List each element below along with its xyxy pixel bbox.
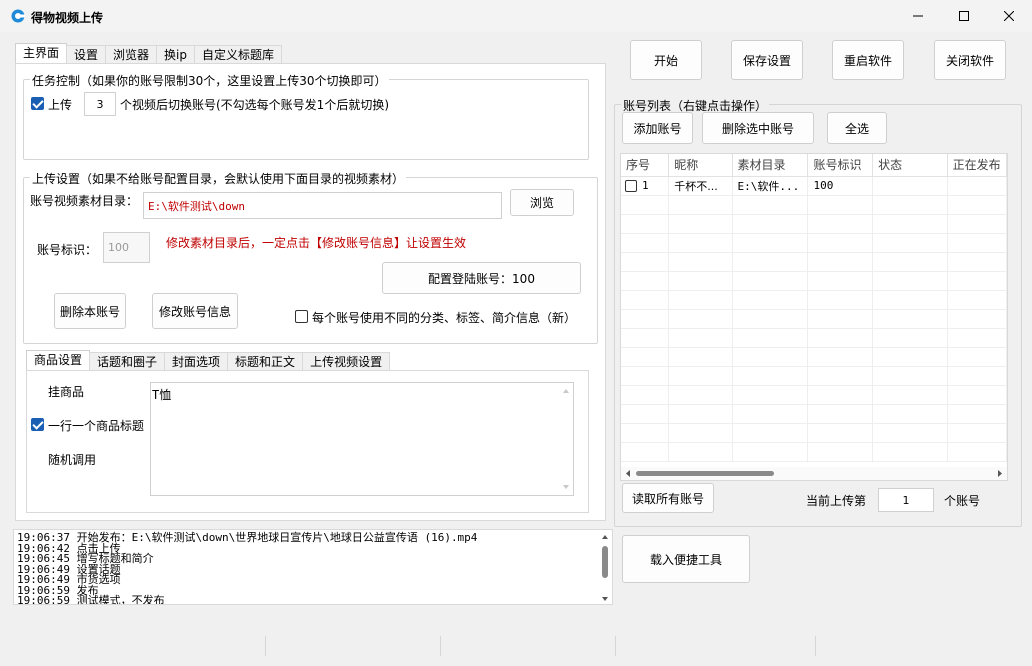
table-row [621, 233, 1007, 253]
tab-cover[interactable]: 封面选项 [164, 352, 229, 371]
tab-custom-titles[interactable]: 自定义标题库 [194, 45, 283, 64]
close-app-button[interactable]: 关闭软件 [934, 40, 1006, 80]
warning-text: 修改素材目录后，一定点击【修改账号信息】让设置生效 [166, 236, 467, 250]
account-table: 序号 昵称 素材目录 账号标识 状态 正在发布 1 千杯不... E:\软件..… [620, 153, 1008, 481]
tab-title-body[interactable]: 标题和正文 [227, 352, 304, 371]
delete-account-button[interactable]: 删除本账号 [54, 293, 126, 329]
row-nickname: 千杯不... [668, 176, 733, 196]
column-header[interactable]: 账号标识 [807, 154, 874, 177]
table-row [621, 385, 1007, 405]
per-account-checkbox[interactable] [295, 310, 308, 323]
tab-settings[interactable]: 设置 [66, 45, 107, 64]
current-upload-suffix: 个账号 [944, 494, 981, 508]
start-button[interactable]: 开始 [630, 40, 702, 80]
select-all-button[interactable]: 全选 [827, 112, 887, 144]
log-panel: 19:06:37 开始发布：E:\软件测试\down\世界地球日宣传片\地球日公… [13, 529, 613, 605]
column-header[interactable]: 素材目录 [732, 154, 809, 177]
table-row [621, 442, 1007, 462]
tab-upload-video[interactable]: 上传视频设置 [302, 352, 391, 371]
column-header[interactable]: 昵称 [668, 154, 733, 177]
table-row [621, 366, 1007, 386]
account-id-input[interactable]: 100 [103, 232, 150, 263]
delete-selected-button[interactable]: 删除选中账号 [702, 112, 814, 144]
maximize-icon[interactable] [941, 0, 987, 32]
table-row [621, 290, 1007, 310]
save-settings-button[interactable]: 保存设置 [731, 40, 803, 80]
one-per-line-checkbox[interactable] [31, 418, 44, 431]
row-publishing [947, 176, 1007, 196]
table-row [621, 309, 1007, 329]
product-titles-text: T恤 [152, 388, 172, 402]
tab-browser[interactable]: 浏览器 [105, 45, 158, 64]
row-material-dir: E:\软件... [732, 176, 809, 196]
modify-account-button[interactable]: 修改账号信息 [152, 293, 238, 329]
sub-tab-strip: 商品设置 话题和圈子 封面选项 标题和正文 上传视频设置 [26, 350, 391, 371]
column-header[interactable]: 正在发布 [947, 154, 1007, 177]
minimize-icon[interactable] [895, 0, 941, 32]
row-status [872, 176, 948, 196]
tab-topics[interactable]: 话题和圈子 [89, 352, 166, 371]
window-title: 得物视频上传 [31, 11, 104, 25]
table-row [621, 214, 1007, 234]
row-account-id: 100 [807, 176, 874, 196]
account-id-label: 账号标识： [37, 243, 98, 257]
table-row[interactable]: 1 千杯不... E:\软件... 100 [621, 176, 1007, 196]
status-separator [440, 636, 441, 656]
upload-settings-title: 上传设置（如果不给账号配置目录，会默认使用下面目录的视频素材） [30, 170, 407, 187]
current-upload-label: 当前上传第 [806, 494, 867, 508]
app-logo-icon [11, 9, 25, 23]
table-row [621, 423, 1007, 443]
material-dir-label: 账号视频素材目录： [30, 194, 139, 208]
close-icon[interactable] [986, 0, 1032, 32]
row-index: 1 [642, 179, 649, 192]
table-row [621, 328, 1007, 348]
switch-description: 个视频后切换账号(不勾选每个账号发1个后就切换) [120, 98, 389, 112]
row-checkbox[interactable] [625, 179, 637, 192]
browse-button[interactable]: 浏览 [510, 189, 574, 216]
table-row [621, 195, 1007, 215]
table-row [621, 252, 1007, 272]
switch-count-input[interactable]: 3 [84, 92, 116, 116]
column-header[interactable]: 序号 [621, 154, 670, 177]
read-all-accounts-button[interactable]: 读取所有账号 [622, 483, 714, 513]
column-header[interactable]: 状态 [872, 154, 948, 177]
product-titles-textarea[interactable]: T恤 [150, 382, 574, 496]
title-bar: 得物视频上传 [0, 0, 1032, 32]
per-account-label: 每个账号使用不同的分类、标签、简介信息（新） [312, 311, 577, 325]
random-call-label: 随机调用 [48, 453, 97, 467]
table-header-row: 序号 昵称 素材目录 账号标识 状态 正在发布 [621, 154, 1007, 177]
log-scrollbar[interactable] [598, 530, 612, 604]
table-row [621, 347, 1007, 367]
add-account-button[interactable]: 添加账号 [622, 112, 693, 144]
status-separator [265, 636, 266, 656]
status-separator [815, 636, 816, 656]
status-separator [615, 636, 616, 656]
current-upload-input[interactable]: 1 [878, 488, 934, 512]
log-line: 19:06:49 市货选项 [17, 573, 121, 586]
tab-main[interactable]: 主界面 [15, 43, 68, 64]
tab-product[interactable]: 商品设置 [26, 350, 91, 371]
config-login-button[interactable]: 配置登陆账号：100 [382, 262, 581, 294]
table-row [621, 404, 1007, 424]
table-horizontal-scrollbar[interactable] [621, 467, 1007, 480]
log-line: 19:06:59 测试模式，不发布 [17, 594, 165, 605]
table-row [621, 271, 1007, 291]
row-index-cell[interactable]: 1 [621, 176, 670, 196]
material-dir-input[interactable]: E:\软件测试\down [143, 192, 502, 219]
upload-label: 上传 [48, 98, 73, 112]
main-tab-strip: 主界面 设置 浏览器 换ip 自定义标题库 [15, 43, 283, 64]
one-per-line-label: 一行一个商品标题 [48, 419, 145, 433]
load-tools-button[interactable]: 载入便捷工具 [622, 535, 750, 583]
task-control-title: 任务控制（如果你的账号限制30个，这里设置上传30个切换即可） [30, 72, 389, 89]
mount-product-label: 挂商品 [48, 385, 85, 399]
upload-checkbox[interactable] [31, 97, 44, 110]
tab-change-ip[interactable]: 换ip [156, 45, 195, 64]
textarea-scrollbar[interactable] [560, 384, 572, 494]
restart-button[interactable]: 重启软件 [832, 40, 904, 80]
